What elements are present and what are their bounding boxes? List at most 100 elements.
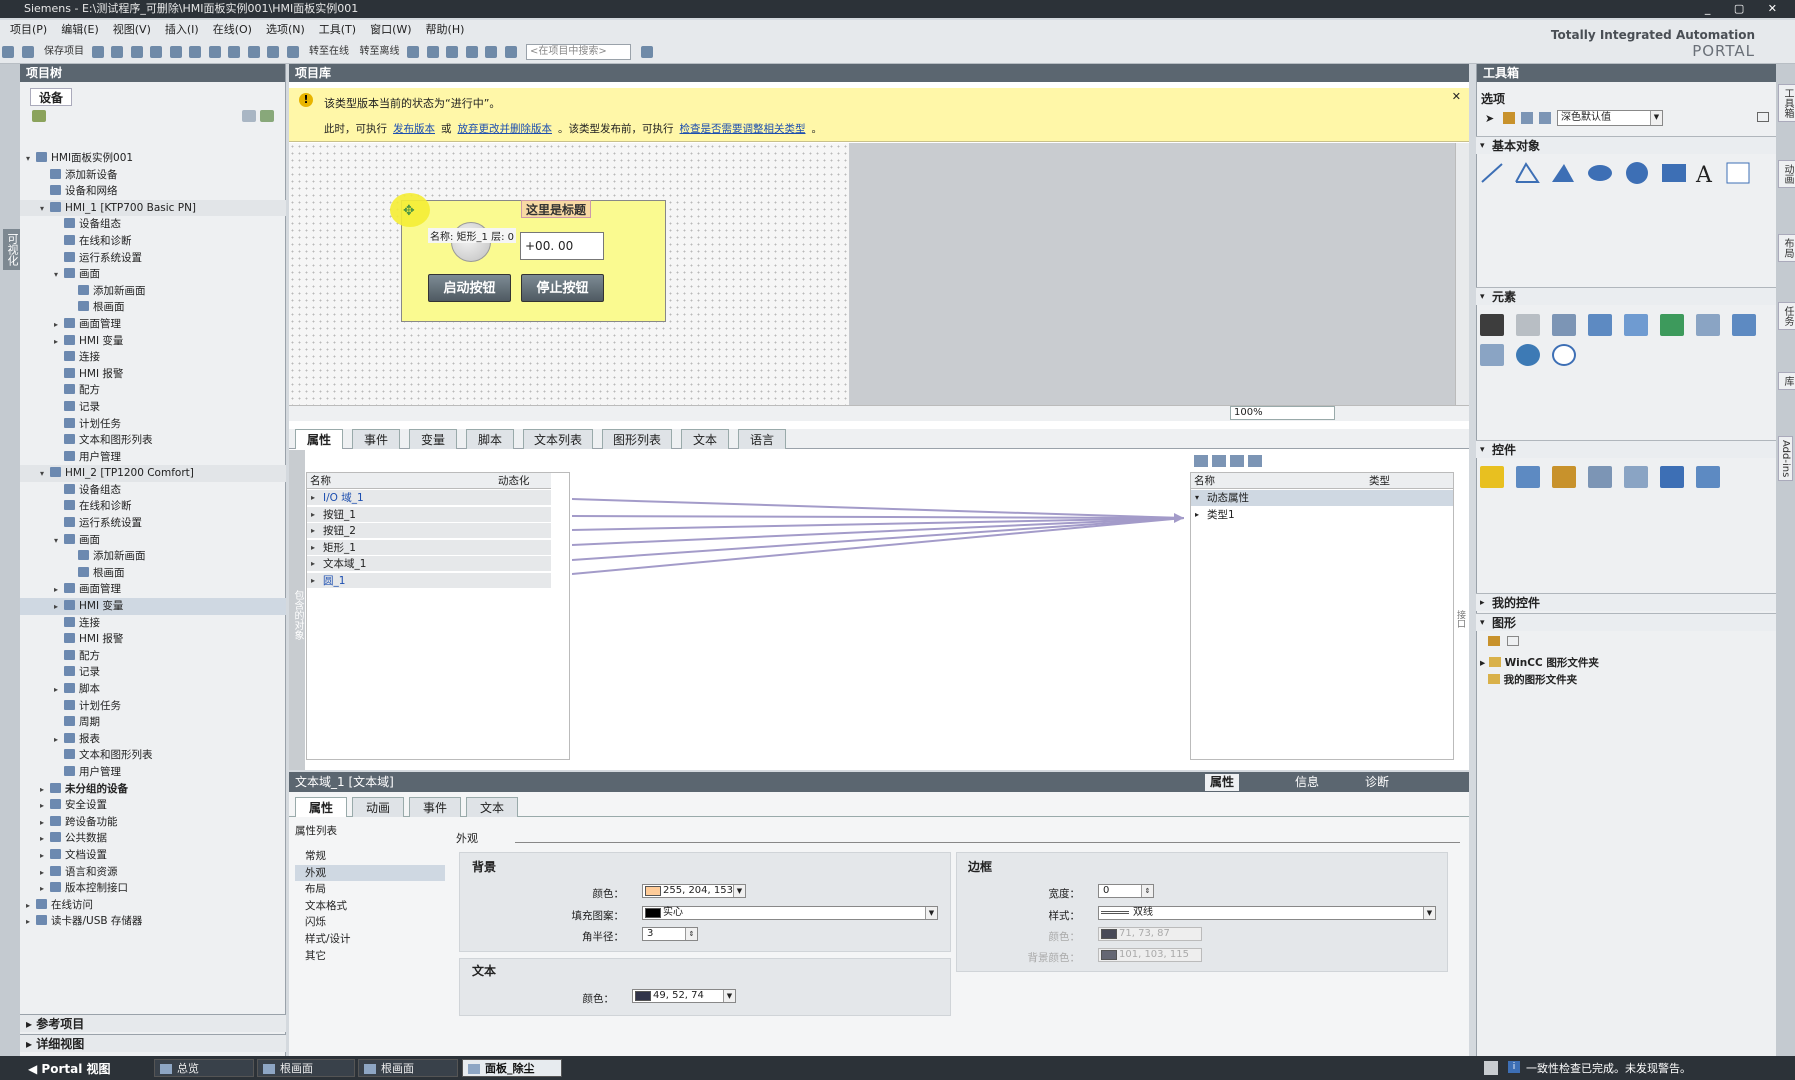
slider-icon[interactable]	[1480, 344, 1504, 366]
task-card-tab[interactable]: 动画	[1778, 160, 1795, 188]
menu-item[interactable]: 选项(N)	[266, 23, 305, 36]
search-icon[interactable]	[640, 46, 653, 58]
my-graphics-folder[interactable]: 我的图形文件夹	[1488, 672, 1577, 687]
tree-item[interactable]: HMI 报警	[20, 366, 286, 383]
inspector-tab-properties[interactable]: 属性	[1205, 774, 1240, 791]
folder-link-icon[interactable]	[1488, 636, 1500, 646]
tree-item[interactable]: ▸ 跨设备功能	[20, 814, 286, 831]
tree-item[interactable]: 用户管理	[20, 449, 286, 466]
menu-item[interactable]: 项目(P)	[10, 23, 47, 36]
tree-item[interactable]: 计划任务	[20, 416, 286, 433]
delete-link-icon[interactable]	[1507, 636, 1520, 646]
row-expander-icon[interactable]: ▸	[311, 556, 315, 572]
graphics-header[interactable]: ▾ 图形	[1476, 613, 1776, 631]
table-row[interactable]: ▸ 按钮_2	[307, 523, 551, 540]
property-list-item[interactable]: 其它	[295, 948, 445, 965]
menu-item[interactable]: 工具(T)	[319, 23, 356, 36]
close-banner-icon[interactable]: ✕	[1452, 90, 1461, 103]
release-version-link[interactable]: 发布版本	[393, 123, 435, 135]
symbolic-io-icon[interactable]	[1552, 314, 1576, 336]
tree-expander-icon[interactable]: ▸	[40, 798, 50, 815]
tree-item[interactable]: ▸ 安全设置	[20, 797, 286, 814]
io-field-icon[interactable]	[1480, 314, 1504, 336]
view-toggle-icon[interactable]	[242, 110, 256, 122]
table-row[interactable]: ▸ 矩形_1	[307, 539, 551, 556]
tree-item[interactable]: 添加新画面	[20, 283, 286, 300]
task-card-tab[interactable]: 库	[1778, 372, 1795, 390]
tree-expander-icon[interactable]: ▾	[40, 201, 50, 218]
print-icon[interactable]	[91, 46, 104, 58]
tree-expander-icon[interactable]: ▸	[54, 599, 64, 616]
inspector-tab-info[interactable]: 信息	[1290, 774, 1324, 791]
bar-icon[interactable]	[1660, 314, 1684, 336]
tree-item[interactable]: ▾ HMI_1 [KTP700 Basic PN]	[20, 199, 286, 218]
tree-expander-icon[interactable]: ▸	[26, 914, 36, 931]
row-expander-icon[interactable]: ▸	[311, 573, 315, 589]
table-row[interactable]: ▸ 文本域_1	[307, 556, 551, 573]
tree-item[interactable]: 文本和图形列表	[20, 747, 286, 764]
go-offline-button[interactable]: 转至离线	[358, 43, 402, 61]
property-tab[interactable]: 事件	[409, 797, 461, 817]
cut-icon[interactable]	[111, 46, 123, 58]
visualization-tab[interactable]: 可视化	[3, 229, 21, 270]
menu-item[interactable]: 视图(V)	[113, 23, 151, 36]
editor-tab[interactable]: 根画面	[358, 1059, 458, 1077]
canvas-vscrollbar[interactable]	[1455, 143, 1469, 405]
line-icon[interactable]	[1481, 163, 1503, 183]
simulate-icon[interactable]	[286, 46, 299, 58]
tree-expander-icon[interactable]: ▸	[40, 831, 50, 848]
row-expander-icon[interactable]: ▾	[1195, 490, 1199, 506]
date-time-icon[interactable]	[1624, 314, 1648, 336]
start-button[interactable]: 启动按钮	[428, 274, 511, 302]
tool-icon[interactable]	[1521, 112, 1533, 124]
row-expander-icon[interactable]: ▸	[1195, 507, 1199, 523]
menu-item[interactable]: 帮助(H)	[426, 23, 465, 36]
stepper-icon[interactable]: ⇕	[1141, 885, 1153, 897]
chevron-down-icon[interactable]: ▼	[925, 907, 937, 919]
add-property-icon[interactable]	[1194, 455, 1208, 467]
symbol-library-icon[interactable]	[1732, 314, 1756, 336]
rcol-type-header[interactable]: 类型	[1366, 473, 1453, 489]
move-handle-icon[interactable]: ✥	[403, 203, 415, 219]
chevron-down-icon[interactable]: ▼	[723, 990, 735, 1002]
library-tab[interactable]: 图形列表	[602, 429, 672, 449]
tree-item[interactable]: 记录	[20, 399, 286, 416]
library-tab[interactable]: 语言	[738, 429, 786, 449]
ellipse-icon[interactable]	[1588, 165, 1612, 181]
row-expander-icon[interactable]: ▸	[311, 540, 315, 556]
accessible-devices-icon[interactable]	[407, 46, 419, 58]
window-controls[interactable]: _ ▢ ✕	[1705, 0, 1787, 18]
tree-item[interactable]: ▸ 公共数据	[20, 830, 286, 847]
table-row[interactable]: ▸ I/O 域_1	[307, 490, 551, 506]
tree-item[interactable]: 在线和诊断	[20, 233, 286, 250]
tree-item[interactable]: ▸ HMI 变量	[20, 598, 286, 615]
tree-item[interactable]: 设备和网络	[20, 183, 286, 200]
tree-expander-icon[interactable]: ▸	[54, 317, 64, 334]
trend-view-icon[interactable]	[1516, 466, 1540, 488]
move-down-icon[interactable]	[1248, 455, 1262, 467]
add-event-icon[interactable]	[1212, 455, 1226, 467]
library-tab[interactable]: 变量	[409, 429, 457, 449]
library-tab[interactable]: 属性	[295, 429, 343, 449]
zoom-select[interactable]: 100%	[1230, 406, 1335, 420]
property-list-item[interactable]: 外观	[295, 864, 445, 882]
tree-item[interactable]: 添加新设备	[20, 167, 286, 184]
tree-item[interactable]: 添加新画面	[20, 548, 286, 565]
chevron-down-icon[interactable]: ▼	[1650, 111, 1662, 125]
tree-expander-icon[interactable]: ▾	[40, 466, 50, 483]
tree-expander-icon[interactable]: ▸	[40, 881, 50, 898]
border-style-select[interactable]: 双线 ▼	[1098, 906, 1436, 920]
html-browser-icon[interactable]	[1588, 466, 1612, 488]
editor-tab[interactable]: 面板_除尘	[462, 1059, 562, 1077]
border-width-stepper[interactable]: 0 ⇕	[1098, 884, 1154, 898]
copy-icon[interactable]	[130, 46, 143, 58]
split-vertical-icon[interactable]	[485, 46, 497, 58]
tree-expander-icon[interactable]: ▸	[40, 865, 50, 882]
property-tab[interactable]: 动画	[352, 797, 404, 817]
row-expander-icon[interactable]: ▸	[311, 523, 315, 539]
property-list-item[interactable]: 样式/设计	[295, 931, 445, 948]
tree-expander-icon[interactable]: ▸	[54, 582, 64, 599]
tree-item[interactable]: 文本和图形列表	[20, 432, 286, 449]
portal-view-button[interactable]: ◀ Portal 视图	[28, 1060, 111, 1077]
tree-item[interactable]: ▸ 画面管理	[20, 316, 286, 333]
